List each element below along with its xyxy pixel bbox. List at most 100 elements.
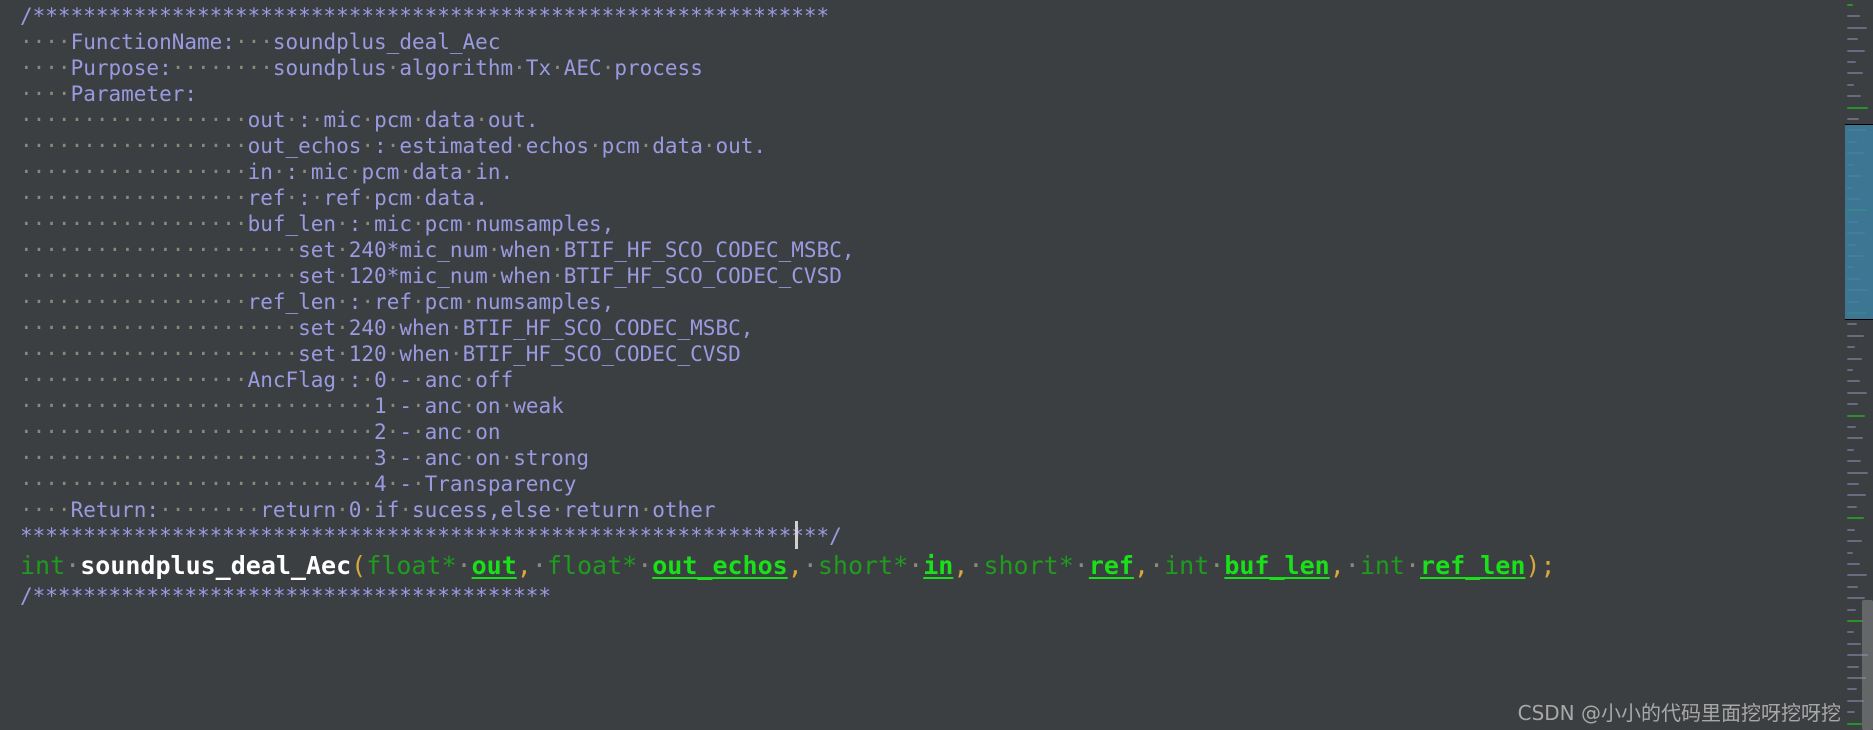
line-param-buf-len[interactable]: ··················buf_len·:·mic·pcm·nums… — [20, 211, 1845, 237]
inline-whitespace-dot: · — [513, 134, 526, 158]
inline-whitespace-dot: · — [361, 212, 375, 236]
line-trailing-comment[interactable]: /***************************************… — [20, 583, 1845, 609]
minimap-line — [1847, 334, 1864, 337]
comment-text: strong — [513, 446, 590, 470]
param-name: out — [471, 551, 517, 580]
line-return[interactable]: ····Return:········return·0·if·sucess,el… — [20, 497, 1845, 523]
vertical-scrollbar-thumb[interactable] — [1862, 600, 1873, 730]
comment-text: out — [247, 108, 286, 132]
code-text-surface[interactable]: /***************************************… — [0, 0, 1845, 730]
line-purpose[interactable]: ····Purpose:········soundplus·algorithm·… — [20, 55, 1845, 81]
inline-whitespace-dot: · — [386, 472, 400, 496]
comment-text: BTIF_HF_SCO_CODEC_MSBC, — [563, 238, 855, 262]
line-buf-cvsd[interactable]: ······················set·120*mic_num·wh… — [20, 263, 1845, 289]
minimap-line — [1847, 15, 1860, 18]
function-declaration-line[interactable]: int·soundplus_deal_Aec(float*·out,·float… — [20, 549, 1845, 583]
inline-whitespace-dot: · — [462, 420, 476, 444]
inline-whitespace-dot: · — [411, 420, 425, 444]
line-param-ref[interactable]: ··················ref·:·ref·pcm·data. — [20, 185, 1845, 211]
minimap-line — [1847, 551, 1853, 554]
minimap-viewport-slider[interactable] — [1845, 124, 1873, 320]
comment-text: return — [563, 498, 640, 522]
minimap-line — [1847, 528, 1855, 531]
minimap-line — [1847, 369, 1853, 371]
minimap-line — [1847, 448, 1854, 451]
line-anc-1[interactable]: ····························1·-·anc·on·w… — [20, 393, 1845, 419]
inline-whitespace-dot: · — [386, 56, 400, 80]
minimap-line — [1847, 72, 1863, 75]
inline-whitespace-dot: · — [449, 316, 463, 340]
line-anc-4[interactable]: ····························4·-·Transpar… — [20, 471, 1845, 497]
line-anc-2[interactable]: ····························2·-·anc·on — [20, 419, 1845, 445]
inline-whitespace-dot: · — [361, 368, 375, 392]
line-parameter-head[interactable]: ····Parameter: — [20, 81, 1845, 107]
line-param-in[interactable]: ··················in·:·mic·pcm·data·in. — [20, 159, 1845, 185]
comment-text: out_echos — [247, 134, 362, 158]
whitespace-dot: · — [637, 551, 653, 580]
leading-whitespace-dots: ···· — [20, 82, 71, 106]
minimap-line — [1847, 665, 1859, 668]
line-declaration[interactable]: int·soundplus_deal_Aec(float*·out,·float… — [20, 549, 1845, 583]
line-function-name[interactable]: ····FunctionName:···soundplus_deal_Aec — [20, 29, 1845, 55]
minimap-line — [1847, 83, 1854, 86]
trailing-comment-line[interactable]: /***************************************… — [20, 583, 1845, 609]
inline-whitespace-dot: · — [336, 264, 349, 288]
inline-whitespace-dot: · — [310, 186, 324, 210]
comment-text: AncFlag — [247, 368, 337, 392]
leading-whitespace-dots: ·················· — [20, 212, 248, 236]
comment-text: : — [348, 212, 362, 236]
line-param-ref-len[interactable]: ··················ref_len·:·ref·pcm·nums… — [20, 289, 1845, 315]
line-buf-msbc[interactable]: ······················set·240*mic_num·wh… — [20, 237, 1845, 263]
param-type: float* — [546, 551, 638, 580]
leading-whitespace-dots: ······················ — [20, 316, 299, 340]
whitespace-dot: · — [65, 551, 81, 580]
comment-text: numsamples, — [475, 290, 615, 314]
comment-text: BTIF_HF_SCO_CODEC_MSBC, — [462, 316, 754, 340]
line-param-ancflag[interactable]: ··················AncFlag·:·0·-·anc·off — [20, 367, 1845, 393]
param-comma: , — [516, 551, 532, 580]
minimap-line — [1847, 26, 1867, 29]
whitespace-dot: · — [968, 551, 984, 580]
line-comment-open[interactable]: /***************************************… — [20, 3, 1845, 29]
minimap-line — [1847, 460, 1861, 463]
minimap-line — [1847, 380, 1860, 383]
whitespace-dot: · — [908, 551, 924, 580]
inline-whitespace-dot: · — [285, 108, 299, 132]
inline-whitespace-dot: · — [513, 56, 526, 80]
param-name: ref — [1088, 551, 1134, 580]
line-ref-cvsd[interactable]: ······················set·120·when·BTIF_… — [20, 341, 1845, 367]
inline-whitespace-dot: · — [551, 238, 564, 262]
minimap-line — [1847, 61, 1856, 64]
comment-text: set — [298, 316, 337, 340]
minimap-line — [1847, 722, 1862, 725]
line-comment-close[interactable]: ****************************************… — [20, 523, 1845, 549]
inline-whitespace-dot: · — [487, 238, 501, 262]
minimap-line — [1847, 494, 1866, 497]
comment-text: ****************************************… — [20, 524, 842, 548]
inline-whitespace-dot: · — [462, 446, 476, 470]
line-anc-3[interactable]: ····························3·-·anc·on·s… — [20, 445, 1845, 471]
comment-text: when — [399, 316, 450, 340]
inline-whitespace-dot: · — [639, 498, 653, 522]
comment-text: Tx — [525, 56, 552, 80]
minimap-line — [1847, 437, 1863, 440]
comment-text: weak — [513, 394, 564, 418]
comment-text: sucess,else — [412, 498, 552, 522]
comment-text: when — [500, 238, 552, 262]
inline-whitespace-dot: · — [551, 498, 564, 522]
comment-text: process — [614, 56, 703, 80]
leading-whitespace-dots: ···· — [20, 30, 71, 54]
line-ref-msbc[interactable]: ······················set·240·when·BTIF_… — [20, 315, 1845, 341]
param-name: out_echos — [652, 551, 788, 580]
param-name: buf_len — [1224, 551, 1330, 580]
editor-minimap[interactable] — [1845, 0, 1873, 730]
comment-text: anc — [424, 420, 463, 444]
comment-text: in — [247, 160, 273, 184]
comment-text: on — [475, 420, 501, 444]
line-param-out[interactable]: ··················out·:·mic·pcm·data·out… — [20, 107, 1845, 133]
minimap-line — [1847, 483, 1859, 486]
text-caret — [795, 521, 798, 549]
line-param-out-echos[interactable]: ··················out_echos·:·estimated·… — [20, 133, 1845, 159]
comment-text: : — [298, 186, 311, 210]
minimap-line — [1847, 414, 1865, 417]
